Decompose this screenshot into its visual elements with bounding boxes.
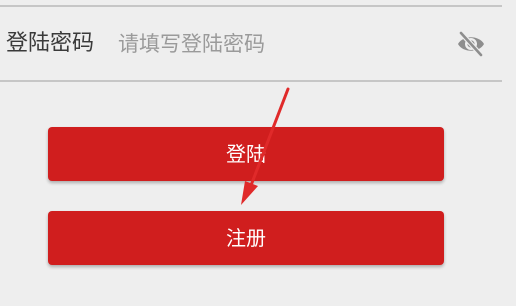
eye-off-icon[interactable] — [454, 29, 488, 59]
password-input[interactable] — [118, 28, 438, 60]
register-button[interactable]: 注册 — [48, 211, 444, 265]
password-row: 登陆密码 — [0, 7, 502, 80]
bottom-divider — [0, 80, 502, 82]
eye-off-glyph — [458, 30, 484, 58]
login-button[interactable]: 登陆 — [48, 127, 444, 181]
password-label: 登陆密码 — [6, 31, 95, 56]
